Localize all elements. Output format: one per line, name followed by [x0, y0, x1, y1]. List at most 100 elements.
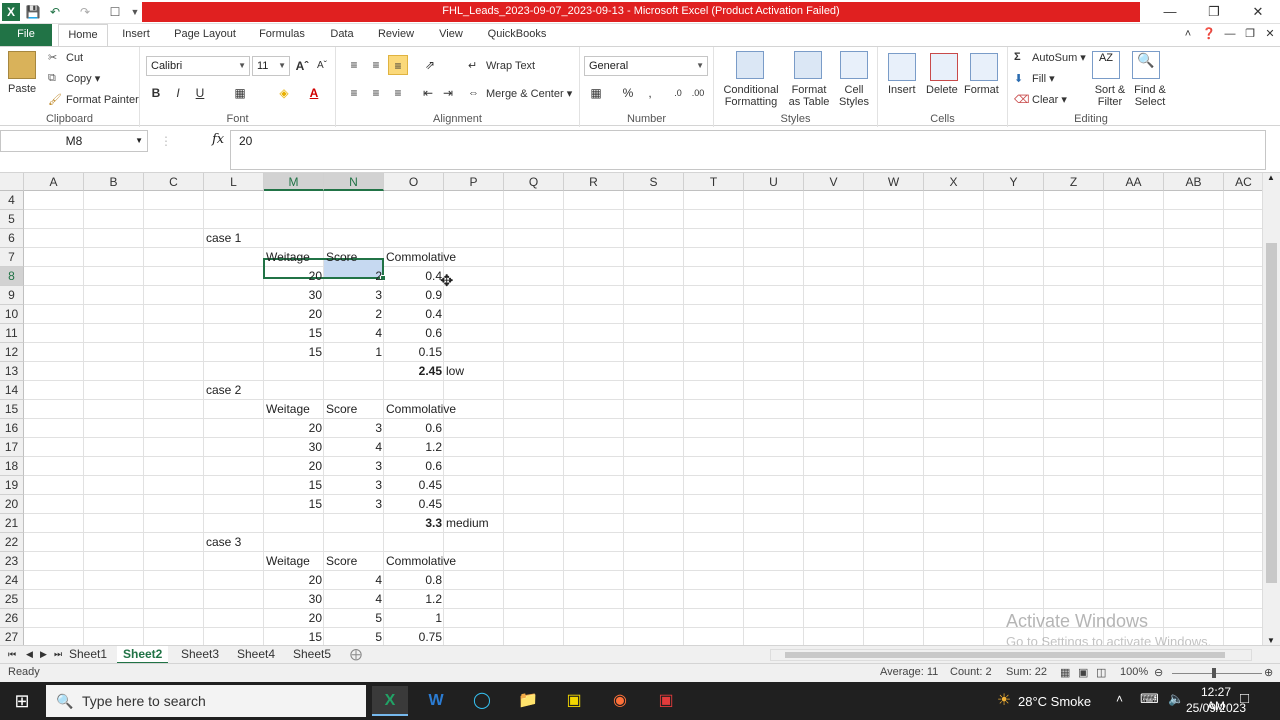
sort-filter-button[interactable]: Sort & Filter — [1090, 84, 1130, 108]
cell-styles-icon[interactable] — [840, 51, 868, 79]
worksheet-grid[interactable]: A B C L M N O P Q R S T U V W X Y Z AA AB AC 4 5 6 7 8 9 10 11 12 13 1… — [0, 173, 1262, 645]
cell-o27[interactable]: 0.75 — [384, 628, 444, 645]
tab-file[interactable]: File — [0, 24, 52, 46]
column-header-v[interactable]: V — [804, 173, 864, 191]
conditional-formatting-icon[interactable] — [736, 51, 764, 79]
tab-insert[interactable]: Insert — [114, 24, 158, 46]
cell-n23[interactable]: Score — [324, 552, 384, 571]
cell-n16[interactable]: 3 — [324, 419, 384, 438]
cell-o17[interactable]: 1.2 — [384, 438, 444, 457]
format-as-table-button[interactable]: Format as Table — [784, 84, 834, 108]
keyboard-icon[interactable]: ⌨ — [1140, 691, 1159, 707]
row-header-15[interactable]: 15 — [0, 400, 24, 419]
cell-o11[interactable]: 0.6 — [384, 324, 444, 343]
cell-o21[interactable]: 3.3 — [384, 514, 444, 533]
cell-n18[interactable]: 3 — [324, 457, 384, 476]
cell-n11[interactable]: 4 — [324, 324, 384, 343]
cell-n20[interactable]: 3 — [324, 495, 384, 514]
merge-center-button[interactable]: ⇔ Merge & Center ▾ — [468, 87, 572, 101]
sheet-tab-sheet3[interactable]: Sheet3 — [175, 646, 225, 664]
align-middle-icon[interactable]: ≡ — [366, 55, 386, 75]
row-header-24[interactable]: 24 — [0, 571, 24, 590]
cell-n26[interactable]: 5 — [324, 609, 384, 628]
restore-icon[interactable]: ❐ — [1194, 2, 1234, 22]
cell-m11[interactable]: 15 — [264, 324, 324, 343]
file-explorer-taskbar-icon[interactable]: 📁 — [510, 686, 546, 716]
cell-o26[interactable]: 1 — [384, 609, 444, 628]
format-cells-icon[interactable] — [970, 53, 998, 81]
column-header-b[interactable]: B — [84, 173, 144, 191]
row-header-19[interactable]: 19 — [0, 476, 24, 495]
cell-styles-button[interactable]: Cell Styles — [836, 84, 872, 108]
cell-o8[interactable]: 0.4 — [384, 267, 444, 286]
tray-chevron-icon[interactable]: ˄ — [1116, 692, 1123, 706]
zoom-slider[interactable] — [1172, 673, 1262, 674]
tab-data[interactable]: Data — [322, 24, 362, 46]
column-header-y[interactable]: Y — [984, 173, 1044, 191]
cell-o7[interactable]: Commolative — [384, 248, 456, 267]
cell-m8[interactable]: 20 — [264, 267, 324, 286]
scroll-down-icon[interactable]: ▼ — [1267, 636, 1275, 645]
cell-n25[interactable]: 4 — [324, 590, 384, 609]
horizontal-scroll-thumb[interactable] — [785, 652, 1225, 658]
cell-m7[interactable]: Weitage — [264, 248, 324, 267]
cell-m16[interactable]: 20 — [264, 419, 324, 438]
undo-icon[interactable]: ↶ — [46, 3, 64, 21]
cell-p13[interactable]: low — [444, 362, 504, 381]
sticky-notes-taskbar-icon[interactable]: ▣ — [556, 686, 592, 716]
cell-m10[interactable]: 20 — [264, 305, 324, 324]
scroll-up-icon[interactable]: ▲ — [1267, 173, 1275, 182]
cell-o19[interactable]: 0.45 — [384, 476, 444, 495]
new-file-icon[interactable]: ☐ — [106, 3, 124, 21]
align-top-icon[interactable]: ≡ — [344, 55, 364, 75]
align-center-icon[interactable]: ≡ — [366, 83, 386, 103]
row-header-4[interactable]: 4 — [0, 191, 24, 210]
word-taskbar-icon[interactable]: W — [418, 686, 454, 716]
row-header-7[interactable]: 7 — [0, 248, 24, 267]
cell-o15[interactable]: Commolative — [384, 400, 456, 419]
column-header-x[interactable]: X — [924, 173, 984, 191]
cell-n17[interactable]: 4 — [324, 438, 384, 457]
column-header-n[interactable]: N — [324, 173, 384, 191]
cell-n9[interactable]: 3 — [324, 286, 384, 305]
cut-button[interactable]: ✂ Cut — [48, 51, 83, 65]
cell-o18[interactable]: 0.6 — [384, 457, 444, 476]
formula-input[interactable]: 20 — [230, 130, 1266, 170]
sheet-tab-sheet5[interactable]: Sheet5 — [287, 646, 337, 664]
align-bottom-icon[interactable]: ≡ — [388, 55, 408, 75]
column-header-c[interactable]: C — [144, 173, 204, 191]
column-header-aa[interactable]: AA — [1104, 173, 1164, 191]
grow-font-icon[interactable]: Aˆ — [292, 56, 312, 76]
cell-l6[interactable]: case 1 — [204, 229, 264, 248]
shrink-font-icon[interactable]: Aˇ — [312, 56, 332, 76]
tab-page-layout[interactable]: Page Layout — [168, 24, 242, 46]
column-header-s[interactable]: S — [624, 173, 684, 191]
doc-restore-icon[interactable]: ❐ — [1242, 24, 1258, 46]
cell-m24[interactable]: 20 — [264, 571, 324, 590]
decrease-indent-icon[interactable]: ⇤ — [418, 83, 438, 103]
column-header-t[interactable]: T — [684, 173, 744, 191]
vertical-scrollbar[interactable]: ▲ ▼ — [1262, 173, 1280, 645]
increase-indent-icon[interactable]: ⇥ — [438, 83, 458, 103]
row-header-5[interactable]: 5 — [0, 210, 24, 229]
cell-p21[interactable]: medium — [444, 514, 504, 533]
increase-decimal-icon[interactable]: .0 — [668, 83, 688, 103]
format-as-table-icon[interactable] — [794, 51, 822, 79]
row-header-9[interactable]: 9 — [0, 286, 24, 305]
font-name-select[interactable]: Calibri ▼ — [146, 56, 250, 76]
row-header-14[interactable]: 14 — [0, 381, 24, 400]
row-header-13[interactable]: 13 — [0, 362, 24, 381]
zoom-slider-thumb[interactable] — [1212, 668, 1216, 678]
row-header-27[interactable]: 27 — [0, 628, 24, 645]
page-break-view-icon[interactable]: ◫ — [1096, 666, 1106, 679]
save-icon[interactable]: 💾 — [24, 3, 42, 21]
notifications-icon[interactable]: □ — [1240, 690, 1249, 707]
row-header-11[interactable]: 11 — [0, 324, 24, 343]
tab-quickbooks[interactable]: QuickBooks — [482, 24, 552, 46]
cell-m12[interactable]: 15 — [264, 343, 324, 362]
row-header-23[interactable]: 23 — [0, 552, 24, 571]
cell-o20[interactable]: 0.45 — [384, 495, 444, 514]
decrease-decimal-icon[interactable]: .00 — [688, 83, 708, 103]
row-header-8[interactable]: 8 — [0, 267, 24, 286]
doc-minimize-icon[interactable]: — — [1222, 24, 1238, 46]
